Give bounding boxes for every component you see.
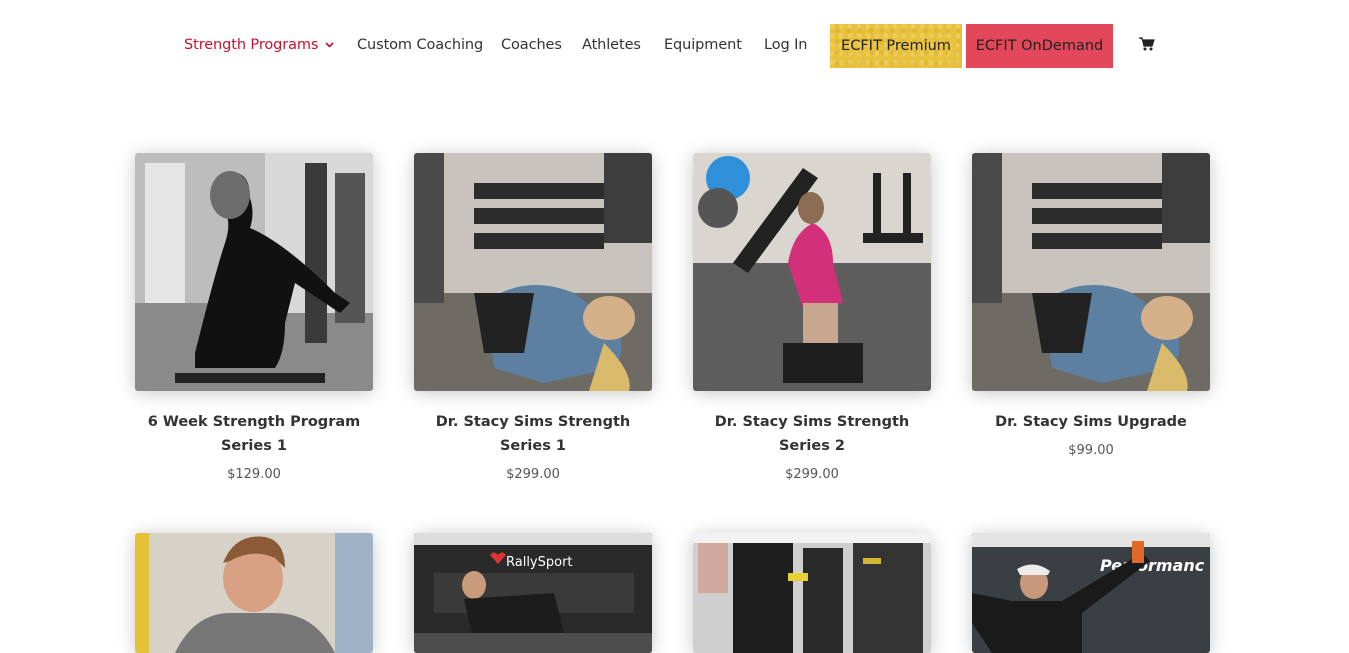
nav-strength-programs-label: Strength Programs [184,37,319,53]
rallysport-sign: RallySport [506,555,573,570]
product-card[interactable]: Dr. Stacy Sims Upgrade $99.00 [972,153,1210,458]
nav-coaches[interactable]: Coaches [501,37,562,53]
nav-strength-programs[interactable]: Strength Programs [184,37,334,53]
nav-custom-coaching[interactable]: Custom Coaching [357,37,483,53]
product-title[interactable]: Dr. Stacy Sims Strength Series 2 [693,410,931,458]
product-title[interactable]: 6 Week Strength Program Series 1 [135,410,373,458]
cart-icon[interactable] [1139,37,1155,51]
product-title[interactable]: Dr. Stacy Sims Upgrade [972,410,1210,434]
product-title[interactable]: Dr. Stacy Sims Strength Series 1 [414,410,652,458]
product-image[interactable] [414,153,652,391]
product-image[interactable] [135,533,373,653]
product-price: $99.00 [1068,443,1114,458]
product-image[interactable] [693,533,931,653]
product-price: $129.00 [227,467,281,482]
product-card[interactable] [693,533,931,653]
ecfit-ondemand-button[interactable]: ECFIT OnDemand [966,24,1113,68]
product-card[interactable]: RallySport [414,533,652,653]
product-price: $299.00 [506,467,560,482]
product-image[interactable]: Performanc [972,533,1210,653]
main-navigation: Strength Programs Custom Coaching Coache… [0,0,1349,90]
product-image[interactable] [972,153,1210,391]
product-image[interactable] [693,153,931,391]
product-image[interactable] [135,153,373,391]
nav-equipment[interactable]: Equipment [664,37,742,53]
product-card[interactable] [135,533,373,653]
product-price: $299.00 [785,467,839,482]
product-image[interactable]: RallySport [414,533,652,653]
product-card[interactable]: 6 Week Strength Program Series 1 $129.00 [135,153,373,482]
nav-athletes[interactable]: Athletes [582,37,641,53]
product-card[interactable]: Dr. Stacy Sims Strength Series 1 $299.00 [414,153,652,482]
nav-log-in[interactable]: Log In [764,37,807,53]
product-card[interactable]: Performanc [972,533,1210,653]
product-card[interactable]: Dr. Stacy Sims Strength Series 2 $299.00 [693,153,931,482]
ecfit-premium-button[interactable]: ECFIT Premium [830,24,962,68]
chevron-down-icon [325,40,334,51]
